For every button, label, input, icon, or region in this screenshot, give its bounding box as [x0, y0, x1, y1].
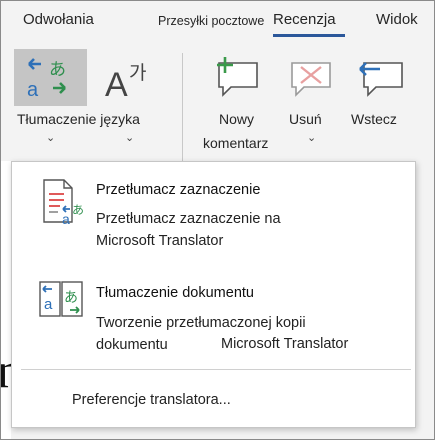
active-tab-indicator [273, 34, 345, 37]
language-icon[interactable]: A 가 [104, 56, 154, 100]
svg-text:あ: あ [49, 60, 66, 80]
new-comment-icon[interactable] [211, 55, 261, 97]
back-label[interactable]: Wstecz [351, 111, 397, 127]
translate-label[interactable]: Tłumaczenie języka [17, 111, 140, 127]
svg-text:あ: あ [64, 290, 78, 306]
delete-comment-icon[interactable] [286, 55, 336, 97]
menu-divider [21, 369, 411, 370]
svg-text:가: 가 [129, 62, 146, 84]
translate-selection-description: Przetłumacz zaznaczenie na Microsoft Tra… [96, 211, 281, 249]
svg-text:a: a [44, 296, 53, 313]
tab-widok[interactable]: Widok [376, 11, 418, 28]
translate-document-provider: Microsoft Translator [221, 336, 349, 352]
translate-document-icon[interactable]: a あ [38, 280, 86, 322]
new-comment-label-line2[interactable]: komentarz [203, 135, 268, 151]
tab-odwolania[interactable]: Odwołania [23, 11, 94, 28]
translate-icon[interactable]: a あ [25, 54, 77, 100]
svg-text:a: a [62, 211, 70, 227]
ribbon-group-separator [182, 53, 183, 163]
word-window: Odwołania Przesyłki pocztowe Recenzja Wi… [0, 0, 435, 440]
delete-chevron-down-icon[interactable]: ⌄ [307, 131, 316, 144]
new-comment-label-line1[interactable]: Nowy [219, 111, 254, 127]
language-chevron-down-icon[interactable]: ⌄ [125, 131, 134, 144]
translate-selection-title[interactable]: Przetłumacz zaznaczenie [96, 182, 260, 198]
tab-przesylki[interactable]: Przesyłki pocztowe [158, 14, 264, 28]
svg-text:あ: あ [72, 203, 84, 217]
translate-document-title[interactable]: Tłumaczenie dokumentu [96, 285, 254, 301]
previous-comment-icon[interactable] [356, 55, 406, 97]
svg-text:a: a [27, 79, 39, 100]
tab-recenzja[interactable]: Recenzja [273, 11, 336, 28]
translate-selection-icon[interactable]: a あ [42, 178, 88, 228]
svg-text:A: A [105, 66, 128, 100]
translator-preferences-item[interactable]: Preferencje translatora... [72, 392, 231, 408]
translate-chevron-down-icon[interactable]: ⌄ [46, 131, 55, 144]
delete-label[interactable]: Usuń [289, 111, 322, 127]
